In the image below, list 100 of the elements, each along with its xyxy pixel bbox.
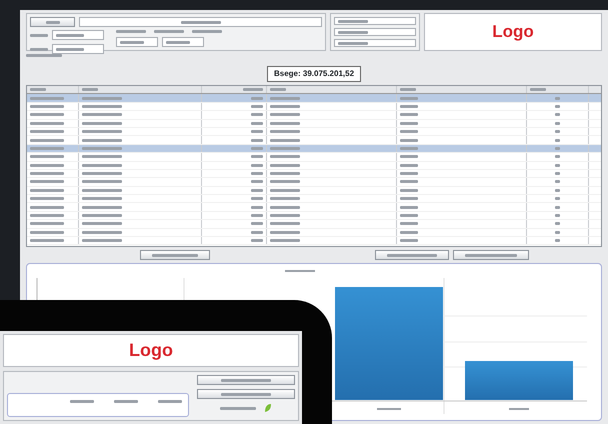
- table-row[interactable]: [27, 153, 601, 162]
- blurred-number: [114, 400, 138, 403]
- blurred-text: [400, 146, 418, 150]
- section-label: [220, 406, 256, 410]
- blurred-text: [400, 206, 418, 209]
- blurred-text: [251, 188, 263, 192]
- dropdown-field[interactable]: [52, 44, 104, 54]
- blurred-text: [82, 88, 98, 92]
- dropdown-field[interactable]: [52, 30, 104, 40]
- table-row[interactable]: [27, 186, 601, 196]
- table-row[interactable]: [27, 128, 601, 136]
- table-row[interactable]: [27, 178, 601, 187]
- table-row[interactable]: [27, 228, 601, 238]
- checkbox-option: [154, 30, 184, 33]
- action-button[interactable]: [375, 250, 449, 260]
- blurred-text: [251, 239, 263, 242]
- blurred-text: [82, 155, 122, 158]
- blurred-text: [270, 188, 300, 192]
- blurred-text: [251, 130, 263, 134]
- blurred-text: [30, 230, 64, 234]
- blurred-text: [530, 88, 546, 92]
- blurred-text: [82, 130, 122, 134]
- blurred-text: [270, 122, 300, 125]
- blurred-text: [30, 146, 64, 150]
- blurred-text: [270, 104, 300, 108]
- blurred-text: [30, 104, 64, 108]
- blurred-text: [82, 122, 122, 125]
- balance-total: Bsege: 39.075.201,52: [266, 66, 362, 82]
- blurred-text: [400, 172, 418, 176]
- table-row[interactable]: [27, 120, 601, 128]
- action-button[interactable]: [197, 389, 295, 399]
- blurred-text: [338, 20, 368, 22]
- blurred-text: [56, 48, 84, 50]
- action-button[interactable]: [197, 375, 295, 385]
- blurred-text: [251, 122, 263, 125]
- blurred-text: [251, 180, 263, 184]
- blurred-text: [270, 146, 300, 150]
- table-row[interactable]: [27, 162, 601, 170]
- blurred-text: [251, 96, 263, 100]
- blurred-text: [400, 180, 418, 184]
- table-row[interactable]: [27, 170, 601, 178]
- dropdown-field[interactable]: [334, 28, 416, 36]
- tab-label: [26, 54, 62, 57]
- blurred-text: [82, 222, 122, 226]
- blurred-text: [30, 239, 64, 242]
- blurred-text: [400, 188, 418, 192]
- blurred-text: [400, 138, 418, 142]
- blurred-text: [270, 138, 300, 142]
- action-button[interactable]: [453, 250, 529, 260]
- blurred-text: [30, 122, 64, 125]
- blurred-text: [82, 138, 122, 142]
- blurred-text: [270, 222, 300, 226]
- blurred-text: [270, 172, 300, 176]
- blurred-text: [30, 164, 64, 167]
- blurred-text: [30, 188, 64, 192]
- checkbox-option: [192, 30, 222, 33]
- blurred-text: [270, 180, 300, 184]
- table-row[interactable]: [27, 94, 601, 103]
- table-row[interactable]: [27, 237, 601, 246]
- blurred-text: [82, 230, 122, 234]
- blurred-text: [82, 188, 122, 192]
- blurred-text: [82, 172, 122, 176]
- blurred-text: [400, 88, 416, 92]
- table-row[interactable]: [27, 111, 601, 120]
- blurred-text: [30, 130, 64, 134]
- dropdown-field[interactable]: [334, 39, 416, 47]
- table-row[interactable]: [27, 203, 601, 212]
- action-button[interactable]: [140, 250, 210, 260]
- blurred-text: [400, 214, 418, 218]
- table-row[interactable]: [27, 220, 601, 229]
- table-row[interactable]: [27, 102, 601, 112]
- table-row[interactable]: [27, 212, 601, 220]
- blurred-text: [30, 214, 64, 218]
- table-row[interactable]: [27, 195, 601, 204]
- blurred-text: [56, 34, 84, 36]
- blurred-text: [243, 88, 263, 92]
- blurred-text: [152, 254, 198, 256]
- blurred-text: [400, 230, 418, 234]
- blurred-text: [82, 206, 122, 209]
- blurred-text: [30, 222, 64, 226]
- blurred-text: [400, 164, 418, 167]
- blurred-text: [30, 113, 64, 116]
- blurred-text: [251, 155, 263, 158]
- blurred-text: [400, 130, 418, 134]
- blurred-number: [70, 400, 94, 403]
- blurred-text: [30, 138, 64, 142]
- blurred-text: [166, 40, 190, 44]
- toolbar-button[interactable]: [30, 17, 75, 27]
- field-label: [30, 48, 48, 50]
- blurred-text: [46, 20, 60, 24]
- blurred-text: [387, 254, 437, 256]
- blurred-text: [270, 206, 300, 209]
- input-field[interactable]: [79, 17, 322, 27]
- blurred-text: [400, 113, 418, 116]
- blurred-text: [251, 222, 263, 226]
- dropdown-field[interactable]: [334, 17, 416, 25]
- date-field[interactable]: [116, 37, 158, 47]
- date-field[interactable]: [162, 37, 204, 47]
- blurred-text: [221, 392, 271, 396]
- blurred-text: [270, 230, 300, 234]
